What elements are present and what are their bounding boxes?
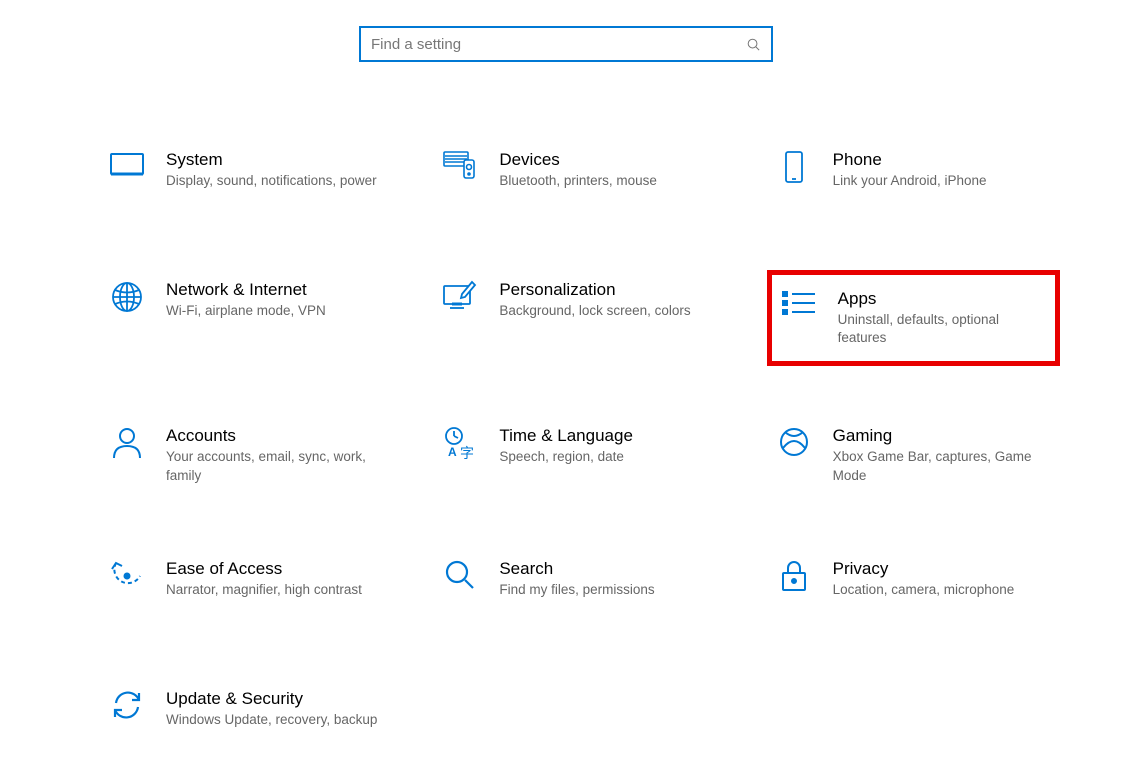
tile-title: Apps xyxy=(838,289,1043,309)
lock-icon xyxy=(775,559,813,593)
tile-time-language[interactable]: A 字 Time & Language Speech, region, date xyxy=(433,416,726,498)
tile-text: Accounts Your accounts, email, sync, wor… xyxy=(166,426,385,484)
tile-desc: Your accounts, email, sync, work, family xyxy=(166,448,381,484)
system-icon xyxy=(108,150,146,178)
tile-network[interactable]: Network & Internet Wi-Fi, airplane mode,… xyxy=(100,270,393,366)
tile-accounts[interactable]: Accounts Your accounts, email, sync, wor… xyxy=(100,416,393,498)
tile-desc: Uninstall, defaults, optional features xyxy=(838,311,1043,347)
tile-text: Network & Internet Wi-Fi, airplane mode,… xyxy=(166,280,385,320)
tile-desc: Find my files, permissions xyxy=(499,581,714,599)
tile-title: Update & Security xyxy=(166,689,381,709)
tile-desc: Speech, region, date xyxy=(499,448,714,466)
svg-text:A: A xyxy=(448,445,457,459)
search-input[interactable] xyxy=(371,36,746,53)
tile-desc: Narrator, magnifier, high contrast xyxy=(166,581,381,599)
phone-icon xyxy=(775,150,813,184)
tile-privacy[interactable]: Privacy Location, camera, microphone xyxy=(767,549,1060,629)
tile-title: Ease of Access xyxy=(166,559,381,579)
search-icon xyxy=(746,37,761,52)
tile-desc: Bluetooth, printers, mouse xyxy=(499,172,714,190)
tile-title: Phone xyxy=(833,150,1048,170)
tile-title: Network & Internet xyxy=(166,280,381,300)
tile-title: Gaming xyxy=(833,426,1048,446)
tile-text: Personalization Background, lock screen,… xyxy=(499,280,718,320)
search-box[interactable] xyxy=(359,26,773,62)
tile-text: Ease of Access Narrator, magnifier, high… xyxy=(166,559,385,599)
tile-desc: Location, camera, microphone xyxy=(833,581,1048,599)
tile-phone[interactable]: Phone Link your Android, iPhone xyxy=(767,140,1060,220)
tile-text: Apps Uninstall, defaults, optional featu… xyxy=(838,289,1047,347)
gaming-icon xyxy=(775,426,813,458)
settings-grid: System Display, sound, notifications, po… xyxy=(100,140,1060,759)
tile-ease-of-access[interactable]: Ease of Access Narrator, magnifier, high… xyxy=(100,549,393,629)
tile-system[interactable]: System Display, sound, notifications, po… xyxy=(100,140,393,220)
ease-of-access-icon xyxy=(108,559,146,593)
accounts-icon xyxy=(108,426,146,460)
tile-title: Personalization xyxy=(499,280,714,300)
tile-title: Accounts xyxy=(166,426,381,446)
tile-desc: Xbox Game Bar, captures, Game Mode xyxy=(833,448,1048,484)
personalization-icon xyxy=(441,280,479,312)
search-category-icon xyxy=(441,559,479,591)
tile-text: Phone Link your Android, iPhone xyxy=(833,150,1052,190)
tile-title: Search xyxy=(499,559,714,579)
tile-update-security[interactable]: Update & Security Windows Update, recove… xyxy=(100,679,393,759)
tile-search[interactable]: Search Find my files, permissions xyxy=(433,549,726,629)
tile-text: Update & Security Windows Update, recove… xyxy=(166,689,385,729)
tile-gaming[interactable]: Gaming Xbox Game Bar, captures, Game Mod… xyxy=(767,416,1060,498)
tile-apps[interactable]: Apps Uninstall, defaults, optional featu… xyxy=(767,270,1060,366)
globe-icon xyxy=(108,280,146,314)
tile-desc: Display, sound, notifications, power xyxy=(166,172,381,190)
tile-desc: Link your Android, iPhone xyxy=(833,172,1048,190)
tile-title: Privacy xyxy=(833,559,1048,579)
update-icon xyxy=(108,689,146,721)
search-container xyxy=(359,26,773,62)
time-language-icon: A 字 xyxy=(441,426,479,460)
tile-text: Time & Language Speech, region, date xyxy=(499,426,718,466)
tile-title: System xyxy=(166,150,381,170)
tile-personalization[interactable]: Personalization Background, lock screen,… xyxy=(433,270,726,366)
tile-desc: Wi-Fi, airplane mode, VPN xyxy=(166,302,381,320)
apps-icon xyxy=(780,289,818,317)
tile-title: Time & Language xyxy=(499,426,714,446)
tile-desc: Windows Update, recovery, backup xyxy=(166,711,381,729)
tile-desc: Background, lock screen, colors xyxy=(499,302,714,320)
devices-icon xyxy=(441,150,479,182)
tile-text: System Display, sound, notifications, po… xyxy=(166,150,385,190)
tile-text: Search Find my files, permissions xyxy=(499,559,718,599)
tile-devices[interactable]: Devices Bluetooth, printers, mouse xyxy=(433,140,726,220)
tile-title: Devices xyxy=(499,150,714,170)
tile-text: Privacy Location, camera, microphone xyxy=(833,559,1052,599)
tile-text: Devices Bluetooth, printers, mouse xyxy=(499,150,718,190)
svg-text:字: 字 xyxy=(460,445,474,460)
tile-text: Gaming Xbox Game Bar, captures, Game Mod… xyxy=(833,426,1052,484)
